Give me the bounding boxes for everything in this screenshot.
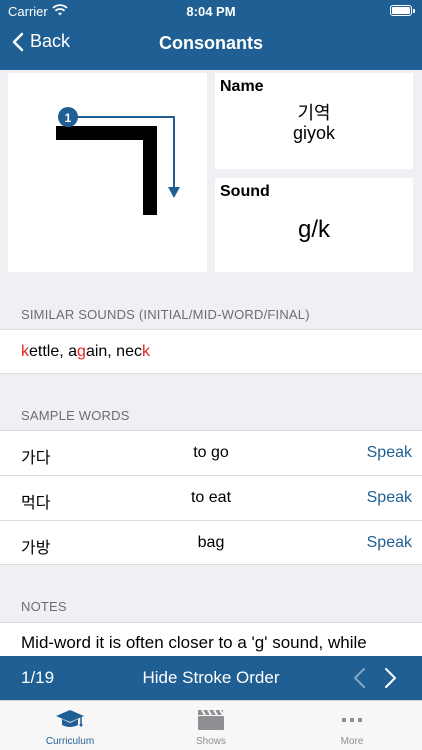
ellipsis-icon: [342, 718, 362, 722]
bottom-control-bar: 1/19 Hide Stroke Order: [0, 656, 422, 700]
speak-button[interactable]: Speak: [367, 534, 412, 552]
word-english: bag: [197, 534, 225, 551]
stroke-order-card[interactable]: 1: [8, 73, 207, 272]
stroke-order-diagram: 1: [56, 107, 180, 215]
graduation-cap-icon: [56, 710, 84, 727]
name-label: Name: [220, 78, 264, 95]
speak-button[interactable]: Speak: [367, 489, 412, 507]
sample-words-header: SAMPLE WORDS: [21, 408, 130, 423]
speak-button[interactable]: Speak: [367, 444, 412, 462]
clapperboard-icon: [198, 709, 224, 730]
tab-more[interactable]: More: [282, 701, 422, 750]
chevron-right-icon[interactable]: [384, 667, 398, 689]
status-bar: Carrier 8:04 PM: [0, 0, 422, 22]
word-english: to eat: [190, 489, 232, 506]
status-time: 8:04 PM: [186, 4, 236, 19]
tab-curriculum[interactable]: Curriculum: [0, 701, 140, 750]
plain-text: ettle, a: [29, 343, 78, 360]
name-card: Name 기역 giyok: [215, 73, 413, 169]
plain-text: ain, nec: [85, 343, 142, 360]
chevron-left-icon[interactable]: [352, 667, 366, 689]
tab-bar: Curriculum Shows More: [0, 700, 422, 750]
highlight-letter: k: [21, 343, 29, 360]
sample-word-row: 먹다 to eat Speak: [0, 475, 422, 520]
tab-label: Curriculum: [45, 736, 95, 747]
name-romanized: giyok: [292, 123, 336, 143]
tab-label: Shows: [195, 736, 226, 747]
notes-header: NOTES: [21, 599, 67, 614]
sound-label: Sound: [220, 183, 270, 200]
tab-shows[interactable]: Shows: [141, 701, 281, 750]
top-header: Carrier 8:04 PM Back Consonants: [0, 0, 422, 70]
sound-value: g/k: [297, 216, 330, 243]
stroke-number: 1: [65, 111, 72, 125]
sound-card: Sound g/k: [215, 178, 413, 272]
highlight-letter: g: [77, 343, 86, 360]
name-korean: 기역: [297, 103, 331, 123]
tab-label: More: [340, 736, 364, 747]
page-title: Consonants: [158, 33, 263, 53]
similar-sounds-row: kettle, again, neck: [0, 329, 422, 374]
word-english: to go: [193, 444, 229, 461]
nav-bar: Back Consonants: [0, 22, 422, 66]
battery-icon: [390, 5, 415, 16]
sample-word-row: 가다 to go Speak: [0, 430, 422, 475]
similar-sounds-text: kettle, again, neck: [21, 343, 150, 361]
notes-row: Mid-word it is often closer to a 'g' sou…: [0, 622, 422, 656]
sample-word-row: 가방 bag Speak: [0, 520, 422, 565]
highlight-letter: k: [141, 343, 150, 360]
similar-sounds-header: SIMILAR SOUNDS (INITIAL/MID-WORD/FINAL): [21, 307, 310, 322]
notes-text: Mid-word it is often closer to a 'g' sou…: [21, 633, 367, 652]
